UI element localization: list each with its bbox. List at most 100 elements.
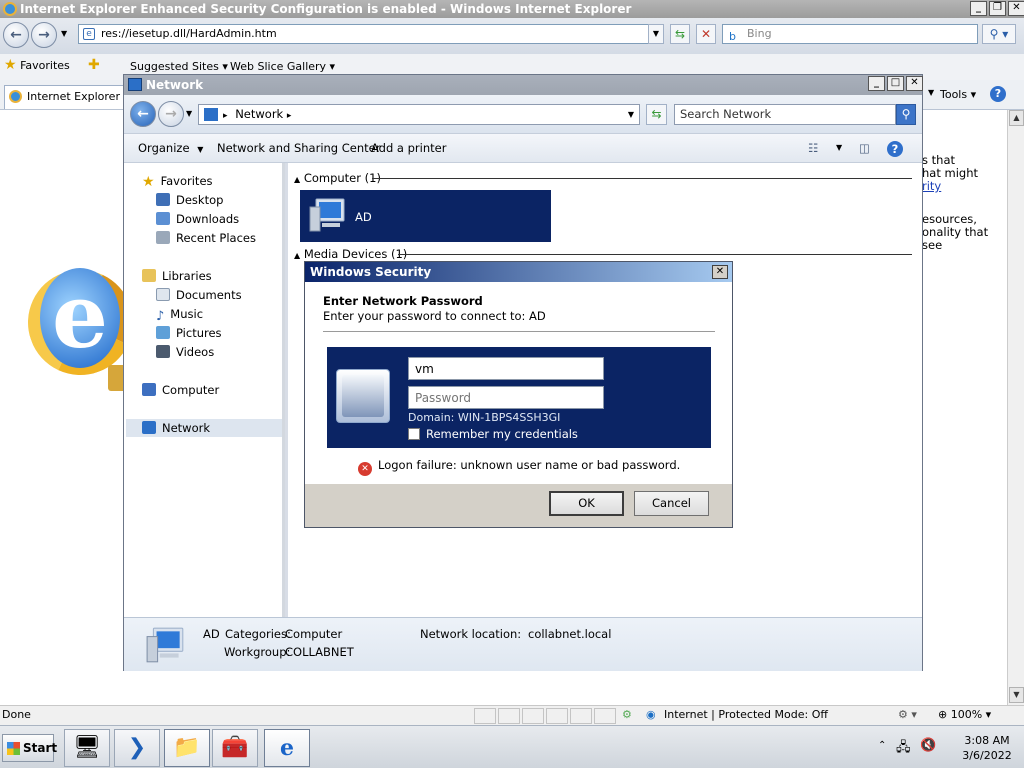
stop-icon[interactable]: ✕ [696, 24, 716, 44]
nav-item-network[interactable]: Network [126, 419, 282, 437]
web-slice-gallery-button[interactable]: Web Slice Gallery ▾ [230, 60, 335, 73]
page-dropdown-icon[interactable]: ▼ [928, 88, 934, 97]
refresh-icon[interactable]: ⇆ [670, 24, 690, 44]
windows-flag-icon [7, 742, 20, 755]
powershell-icon[interactable]: ❯ [114, 729, 160, 767]
nav-item-pictures[interactable]: Pictures [156, 324, 222, 342]
group-header-computer[interactable]: ▲ Computer (1) [294, 171, 381, 185]
volume-muted-icon[interactable]: 🔇 [920, 738, 936, 753]
forward-button[interactable]: → [31, 22, 57, 48]
search-icon[interactable]: ⚲ ▾ [982, 24, 1016, 44]
ie-tab[interactable]: Internet Explorer Enhanced Security Conf… [4, 85, 124, 109]
close-button[interactable]: ✕ [1008, 1, 1024, 16]
favorites-button[interactable]: ★ Favorites [4, 57, 70, 73]
computer-item-ad[interactable]: AD [300, 190, 551, 242]
windows-explorer-icon[interactable]: 📁 [164, 729, 210, 767]
page-link[interactable]: rity [922, 180, 941, 193]
ie-navigation-bar: ← → ▼ e res://iesetup.dll/HardAdmin.htm … [0, 18, 1024, 54]
address-dropdown-icon[interactable]: ▼ [648, 24, 664, 44]
search-icon[interactable]: ⚲ [896, 104, 916, 125]
change-view-icon[interactable]: ☷ [808, 134, 818, 162]
nav-item-recent-places[interactable]: Recent Places [156, 229, 256, 247]
address-dropdown-icon[interactable]: ▼ [628, 105, 634, 124]
protected-mode-icon[interactable]: ⚙ ▾ [898, 706, 917, 724]
help-icon[interactable]: ? [887, 141, 903, 157]
address-text: res://iesetup.dll/HardAdmin.htm [101, 27, 277, 40]
credential-tile: Domain: WIN-1BPS4SSH3GI Remember my cred… [327, 347, 711, 448]
ok-button[interactable]: OK [549, 491, 624, 516]
system-tray: ⌃ 🖧 🔇 3:08 AM 3/6/2022 [874, 732, 1022, 764]
maximize-button[interactable]: □ [887, 76, 904, 91]
network-location-icon [204, 108, 218, 121]
network-sharing-center-button[interactable]: Network and Sharing Center [217, 134, 380, 162]
ie-vertical-scrollbar[interactable]: ▲ ▼ [1007, 110, 1024, 705]
nav-item-documents[interactable]: Documents [156, 286, 242, 304]
network-tray-icon[interactable]: 🖧 [896, 738, 911, 760]
nav-item-desktop[interactable]: Desktop [156, 191, 223, 209]
tools-menu[interactable]: Tools ▾ [940, 88, 976, 101]
show-hidden-icons-icon[interactable]: ⌃ [878, 740, 886, 751]
location-value: collabnet.local [528, 627, 612, 641]
clock-date[interactable]: 3/6/2022 [954, 749, 1020, 762]
suggested-sites-label: Suggested Sites [130, 60, 219, 73]
refresh-icon[interactable]: ⇆ [646, 104, 667, 125]
recent-places-icon [156, 231, 170, 244]
security-status-icon[interactable]: ⚙ [622, 706, 632, 724]
error-message: ✕ Logon failure: unknown user name or bad… [358, 457, 680, 476]
dialog-title-bar: Windows Security ✕ [305, 262, 732, 282]
password-field[interactable] [408, 386, 604, 409]
minimize-button[interactable]: _ [970, 1, 987, 16]
tab-title: Internet Explorer Enhanced Security Conf… [27, 90, 123, 103]
remember-credentials-checkbox[interactable]: Remember my credentials [408, 427, 578, 441]
forward-button[interactable]: → [158, 101, 184, 127]
close-button[interactable]: ✕ [906, 76, 923, 91]
web-slice-label: Web Slice Gallery [230, 60, 327, 73]
cancel-button[interactable]: Cancel [634, 491, 709, 516]
user-picture-icon [336, 369, 390, 423]
network-search-input[interactable]: Search Network [674, 104, 896, 125]
back-button[interactable]: ← [3, 22, 29, 48]
checkbox[interactable] [408, 428, 420, 440]
maximize-button[interactable]: ❐ [989, 1, 1006, 16]
minimize-button[interactable]: _ [868, 76, 885, 91]
organize-label: Organize [138, 141, 190, 155]
dialog-close-button[interactable]: ✕ [712, 265, 728, 279]
clock-time[interactable]: 3:08 AM [954, 734, 1020, 747]
nav-item-downloads[interactable]: Downloads [156, 210, 239, 228]
address-bar[interactable]: e res://iesetup.dll/HardAdmin.htm [78, 24, 663, 44]
recent-pages-dropdown-icon[interactable]: ▼ [61, 29, 67, 38]
server-manager-icon[interactable]: 🖥 [64, 729, 110, 767]
scroll-up-arrow[interactable]: ▲ [1009, 110, 1024, 126]
network-address-bar[interactable]: ▸ Network ▸ ▼ [198, 104, 640, 125]
back-button[interactable]: ← [130, 101, 156, 127]
dialog-body: Enter Network Password Enter your passwo… [305, 282, 732, 484]
nav-item-music[interactable]: ♪ Music [156, 305, 203, 324]
nav-item-videos[interactable]: Videos [156, 343, 214, 361]
zoom-control[interactable]: ⊕ 100% ▾ [938, 706, 991, 724]
toolbox-icon[interactable]: 🧰 [212, 729, 258, 767]
address-crumb[interactable]: Network [235, 107, 283, 121]
suggested-sites-button[interactable]: Suggested Sites ▾ [130, 60, 228, 73]
scroll-down-arrow[interactable]: ▼ [1009, 687, 1024, 703]
username-field[interactable] [408, 357, 604, 380]
computer-icon [146, 627, 184, 663]
dialog-subheading: Enter your password to connect to: AD [323, 309, 546, 323]
organize-button[interactable]: Organize ▼ [138, 134, 203, 164]
add-printer-button[interactable]: Add a printer [371, 134, 446, 162]
start-button[interactable]: Start [2, 734, 57, 762]
nav-item-favorites[interactable]: ★ Favorites [142, 172, 213, 190]
internet-explorer-taskbar-icon[interactable]: e [264, 729, 310, 767]
view-dropdown-icon[interactable]: ▼ [836, 134, 842, 162]
zone-text[interactable]: Internet | Protected Mode: Off [664, 706, 828, 724]
preview-pane-icon[interactable]: ◫ [859, 134, 870, 162]
desktop-icon [156, 193, 170, 206]
star-icon: ★ [4, 57, 17, 73]
nav-item-libraries[interactable]: Libraries [142, 267, 212, 285]
tools-label: Tools [940, 88, 968, 101]
search-input[interactable]: b Bing [722, 24, 978, 44]
group-header-media-devices[interactable]: ▲ Media Devices (1) [294, 247, 407, 261]
nav-item-computer[interactable]: Computer [142, 381, 219, 399]
add-favorites-icon[interactable]: ✚ [88, 57, 100, 73]
recent-locations-dropdown-icon[interactable]: ▼ [186, 109, 192, 118]
help-icon[interactable]: ? [990, 86, 1006, 102]
